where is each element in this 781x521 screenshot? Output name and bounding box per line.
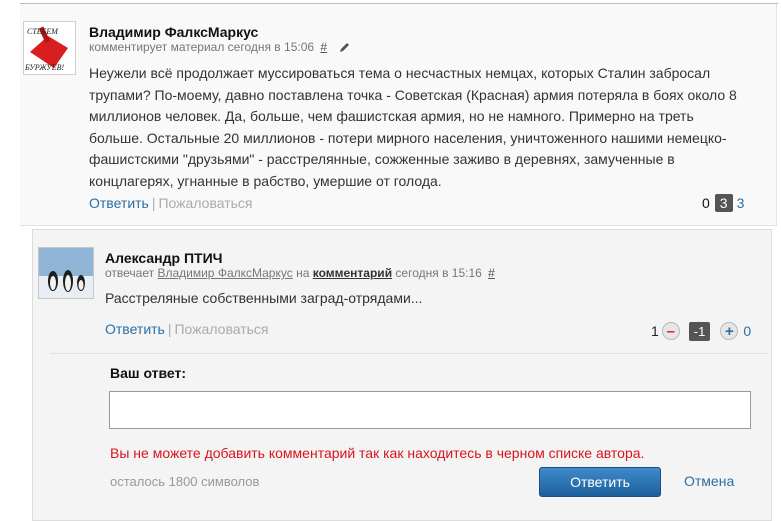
vote-counter: 1 – -1 + 0: [651, 320, 751, 342]
reply-to-user-link[interactable]: Владимир ФалксМаркус: [157, 266, 292, 280]
comment-actions: Ответить | Пожаловаться: [89, 195, 253, 211]
vote-plus-count: 0: [743, 323, 752, 339]
cancel-link[interactable]: Отмена: [684, 473, 734, 489]
svg-text:СТЕБЕМ: СТЕБЕМ: [27, 27, 59, 36]
vote-down-icon[interactable]: –: [661, 322, 680, 340]
reply-body: Расстреляные собственными заград-отрядам…: [105, 290, 423, 306]
reply-actions: Ответить | Пожаловаться: [105, 321, 269, 337]
reply-input[interactable]: [109, 391, 751, 429]
comment-body: Неужели всё продолжает муссироваться тем…: [89, 65, 737, 189]
vote-up-count[interactable]: 3: [737, 195, 745, 211]
reply-meta-on: на: [296, 266, 310, 280]
reply-meta-time: сегодня в 15:16: [395, 266, 482, 280]
comment-meta-text: комментирует материал сегодня в 15:06: [89, 40, 315, 54]
vote-minus-count: 1: [651, 323, 659, 339]
dustpan-logo-image: СТЕБЕМ БУРЖУЕВ!: [24, 22, 75, 74]
divider: [50, 353, 768, 354]
vote-down-count[interactable]: 0: [702, 195, 710, 211]
reply-link[interactable]: Ответить: [105, 321, 165, 337]
submit-reply-button[interactable]: Ответить: [539, 467, 661, 497]
separator: |: [151, 195, 156, 211]
avatar[interactable]: [38, 247, 94, 299]
vote-score: -1: [688, 321, 711, 341]
reply-target-link[interactable]: комментарий: [313, 266, 392, 280]
comment-author[interactable]: Владимир ФалксМаркус: [89, 24, 258, 40]
vote-score: 3: [714, 194, 733, 212]
svg-text:БУРЖУЕВ!: БУРЖУЕВ!: [24, 63, 64, 72]
permalink[interactable]: #: [320, 40, 327, 54]
comment-meta: комментирует материал сегодня в 15:06 #: [89, 40, 350, 56]
reply-form-label: Ваш ответ:: [110, 365, 187, 381]
vote-counter: 033: [702, 194, 744, 212]
report-link[interactable]: Пожаловаться: [174, 321, 268, 337]
penguins-image: [39, 248, 93, 298]
characters-remaining: осталось 1800 символов: [110, 474, 260, 489]
report-link[interactable]: Пожаловаться: [158, 195, 252, 211]
permalink[interactable]: #: [488, 266, 495, 280]
pencil-icon[interactable]: [339, 42, 350, 56]
reply-meta: отвечает Владимир ФалксМаркус на коммент…: [105, 266, 495, 280]
avatar[interactable]: СТЕБЕМ БУРЖУЕВ!: [23, 21, 76, 75]
reply-author[interactable]: Александр ПТИЧ: [105, 250, 222, 266]
vote-up-icon[interactable]: +: [720, 322, 739, 340]
reply-meta-prefix: отвечает: [105, 266, 155, 280]
reply-link[interactable]: Ответить: [89, 195, 149, 211]
blacklist-error-message: Вы не можете добавить комментарий так ка…: [110, 445, 645, 461]
separator: |: [167, 321, 172, 337]
